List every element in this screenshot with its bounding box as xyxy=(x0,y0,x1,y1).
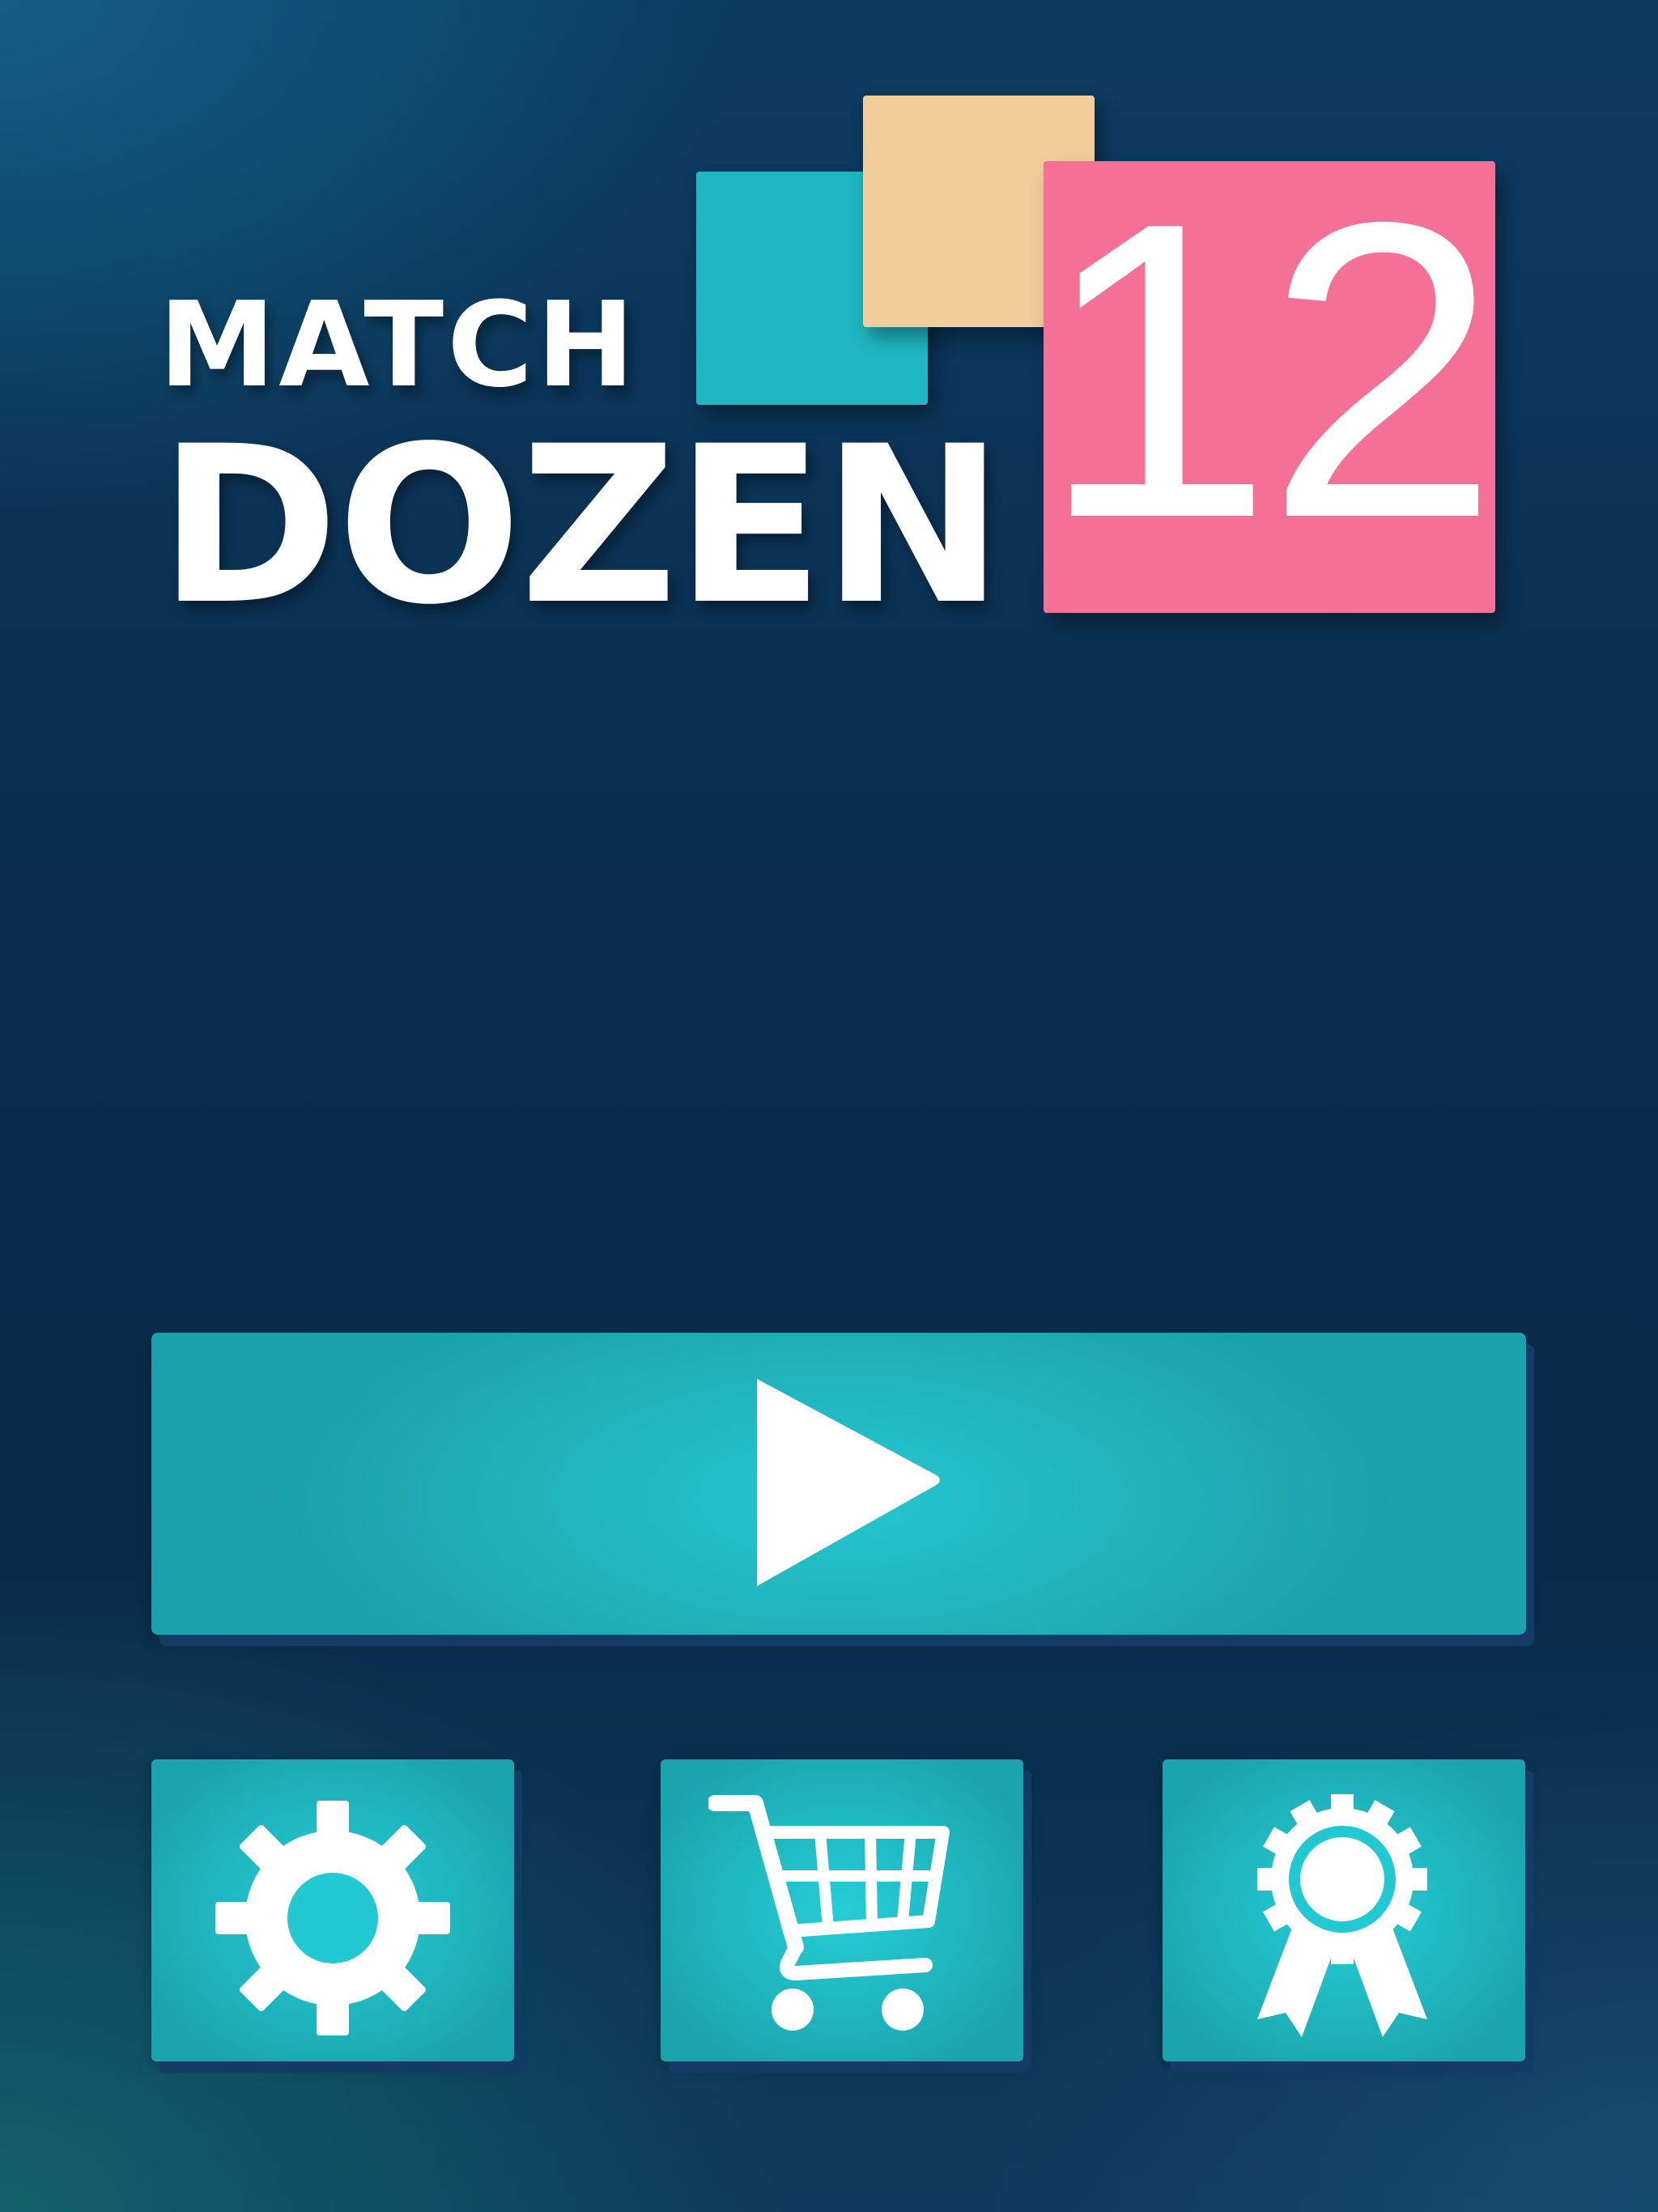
shopping-cart-icon xyxy=(708,1795,950,2031)
logo-number: 12 xyxy=(1039,135,1499,606)
gear-icon xyxy=(215,1801,450,2035)
logo-word-match: MATCH xyxy=(159,277,638,414)
logo-tile-number: 12 xyxy=(1039,160,1499,613)
award-ribbon-icon xyxy=(1257,1794,1427,2037)
play-icon xyxy=(757,1379,940,1586)
logo-word-dozen: DOZEN xyxy=(159,400,1004,653)
